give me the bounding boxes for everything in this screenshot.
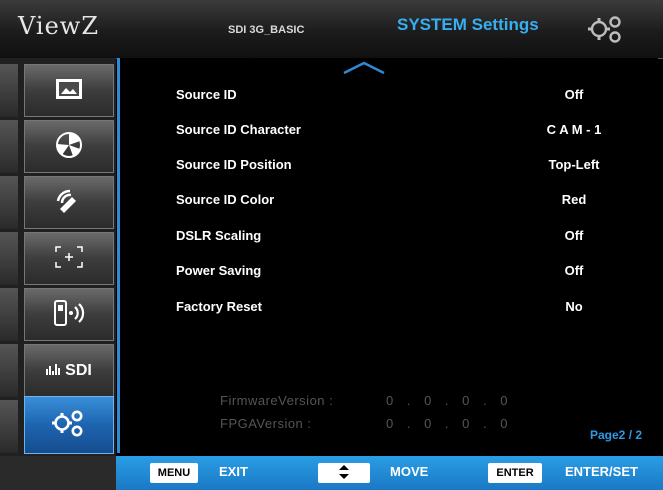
brand-logo: ViewZ: [18, 12, 100, 40]
color-wheel-icon: [54, 130, 84, 164]
sidebar: SDI: [0, 58, 116, 456]
setting-value[interactable]: Off: [514, 263, 634, 278]
sidebar-item-audio[interactable]: [24, 176, 114, 229]
setting-row-power-saving[interactable]: Power Saving Off: [176, 263, 636, 283]
setting-row-source-id[interactable]: Source ID Off: [176, 87, 636, 107]
sidebar-item-label: SDI: [65, 361, 92, 379]
remote-icon: [52, 298, 86, 332]
setting-label: Factory Reset: [176, 299, 262, 314]
setting-value[interactable]: Off: [514, 228, 634, 243]
setting-value[interactable]: Off: [514, 87, 634, 102]
page-indicator: Page2 / 2: [590, 428, 643, 442]
settings-panel: Source ID Off Source ID Character C A M …: [117, 58, 658, 453]
setting-label: Power Saving: [176, 263, 262, 278]
setting-row-dslr-scaling[interactable]: DSLR Scaling Off: [176, 228, 636, 248]
footer-left-block: [0, 456, 116, 490]
sidebar-item-sdi[interactable]: SDI: [24, 344, 114, 397]
sidebar-edge: [0, 232, 18, 285]
setting-value[interactable]: No: [514, 299, 634, 314]
page-title: SYSTEM Settings: [397, 15, 539, 34]
firmware-version-value: 0 . 0 . 0 . 0: [386, 393, 513, 408]
fpga-version-value: 0 . 0 . 0 . 0: [386, 416, 513, 431]
scroll-up-arrow-icon[interactable]: [342, 60, 386, 80]
sidebar-edge: [0, 120, 18, 173]
setting-label: Source ID Position: [176, 157, 292, 172]
marker-icon: [53, 244, 85, 274]
sidebar-edge: [0, 344, 18, 397]
picture-icon: [54, 77, 84, 105]
signal-bars-icon: [46, 363, 62, 378]
sidebar-item-system[interactable]: [24, 396, 114, 454]
setting-value[interactable]: Top-Left: [514, 157, 634, 172]
enter-set-action-label: ENTER/SET: [565, 464, 638, 479]
setting-value[interactable]: C A M - 1: [514, 122, 634, 137]
gear-icon: [50, 407, 88, 443]
audio-icon: [54, 187, 84, 219]
sidebar-edge: [0, 288, 18, 341]
enter-key[interactable]: ENTER: [488, 463, 542, 483]
model-label: SDI 3G_BASIC: [228, 24, 305, 36]
setting-row-source-id-position[interactable]: Source ID Position Top-Left: [176, 157, 636, 177]
menu-key[interactable]: MENU: [150, 463, 198, 483]
sidebar-edge: [0, 64, 18, 117]
setting-row-source-id-character[interactable]: Source ID Character C A M - 1: [176, 122, 636, 142]
setting-value[interactable]: Red: [514, 192, 634, 207]
exit-action-label: EXIT: [219, 464, 248, 479]
sidebar-item-marker[interactable]: [24, 232, 114, 285]
move-action-label: MOVE: [390, 464, 429, 479]
setting-row-source-id-color[interactable]: Source ID Color Red: [176, 192, 636, 212]
settings-gear-icon: [586, 12, 626, 50]
firmware-version-label: FirmwareVersion :: [220, 393, 334, 408]
sidebar-item-remote[interactable]: [24, 288, 114, 341]
sidebar-edge: [0, 176, 18, 229]
setting-label: Source ID Color: [176, 192, 275, 207]
up-down-arrows-icon: [337, 464, 351, 483]
setting-row-factory-reset[interactable]: Factory Reset No: [176, 299, 636, 319]
sidebar-item-color[interactable]: [24, 120, 114, 173]
sidebar-edge: [0, 400, 18, 453]
sidebar-item-picture[interactable]: [24, 64, 114, 117]
title-bar: ViewZ SDI 3G_BASIC SYSTEM Settings: [0, 0, 663, 59]
setting-label: DSLR Scaling: [176, 228, 262, 243]
fpga-version-label: FPGAVersion :: [220, 416, 312, 431]
setting-label: Source ID: [176, 87, 237, 102]
move-key[interactable]: [318, 463, 370, 483]
setting-label: Source ID Character: [176, 122, 301, 137]
